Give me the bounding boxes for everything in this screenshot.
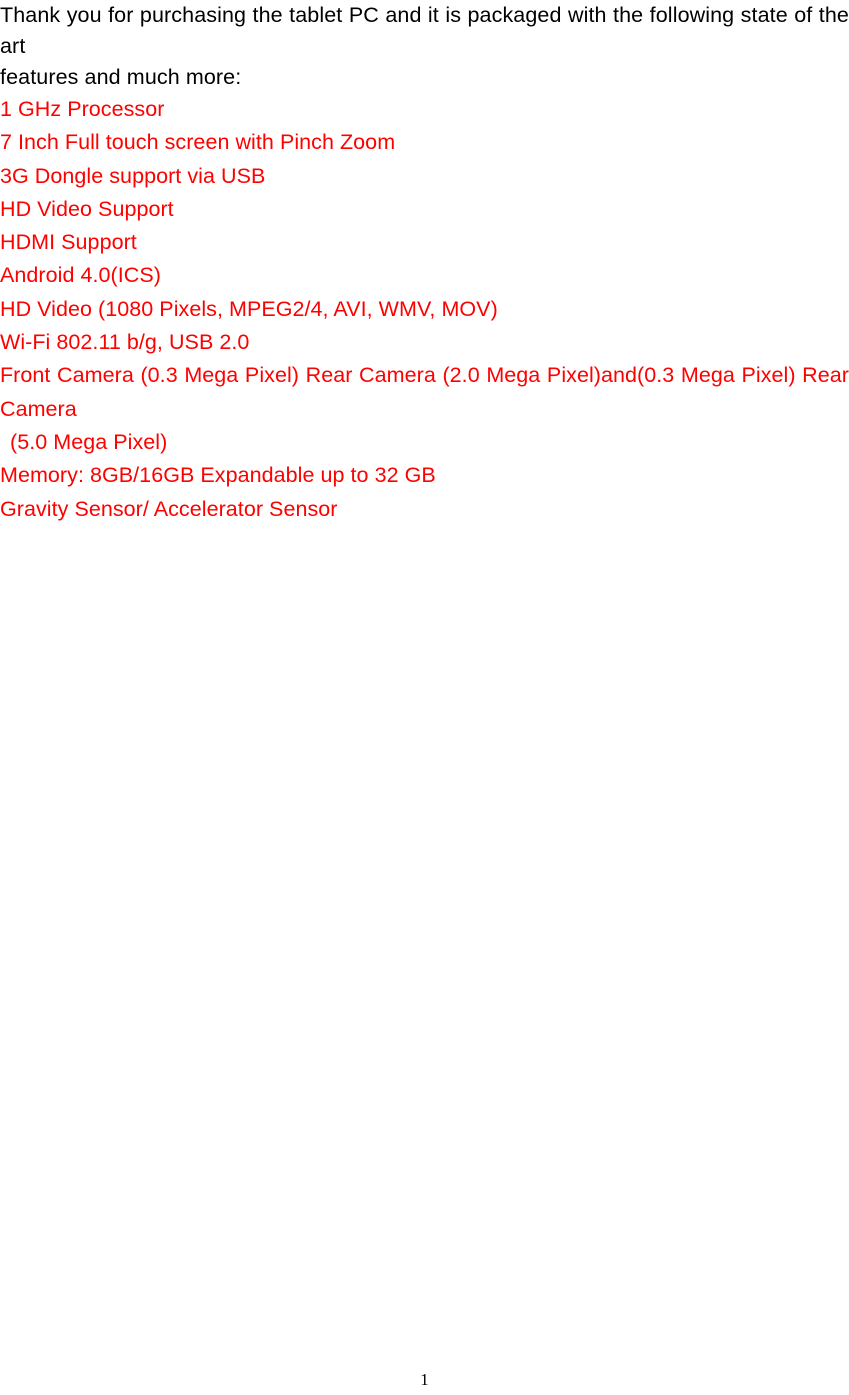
page-number: 1 xyxy=(420,1370,429,1389)
feature-item-hdmi-support: HDMI Support xyxy=(0,230,137,255)
feature-item-android-version: Android 4.0(ICS) xyxy=(0,263,161,288)
intro-paragraph: Thank you for purchasing the tablet PC a… xyxy=(0,0,849,93)
feature-item-memory: Memory: 8GB/16GB Expandable up to 32 GB xyxy=(0,463,436,488)
feature-item-sensors: Gravity Sensor/ Accelerator Sensor xyxy=(0,496,338,521)
feature-item-cameras: Front Camera (0.3 Mega Pixel) Rear Camer… xyxy=(0,359,849,459)
document-body: Thank you for purchasing the tablet PC a… xyxy=(0,0,849,526)
feature-item-cameras-line-2: (5.0 Mega Pixel) xyxy=(10,429,168,454)
feature-item-cameras-line-1: Front Camera (0.3 Mega Pixel) Rear Camer… xyxy=(0,363,849,421)
feature-item-touchscreen: 7 Inch Full touch screen with Pinch Zoom xyxy=(0,130,396,155)
feature-item-3g-dongle: 3G Dongle support via USB xyxy=(0,163,266,188)
feature-list: 1 GHz Processor 7 Inch Full touch screen… xyxy=(0,93,849,526)
feature-item-hd-video-formats: HD Video (1080 Pixels, MPEG2/4, AVI, WMV… xyxy=(0,296,498,321)
intro-line-1: Thank you for purchasing the tablet PC a… xyxy=(0,3,849,58)
intro-line-2: features and much more: xyxy=(0,65,242,89)
feature-item-hd-video-support: HD Video Support xyxy=(0,196,174,221)
feature-item-processor: 1 GHz Processor xyxy=(0,97,165,121)
document-page: Thank you for purchasing the tablet PC a… xyxy=(0,0,849,1395)
feature-item-wifi-usb: Wi-Fi 802.11 b/g, USB 2.0 xyxy=(0,330,250,355)
